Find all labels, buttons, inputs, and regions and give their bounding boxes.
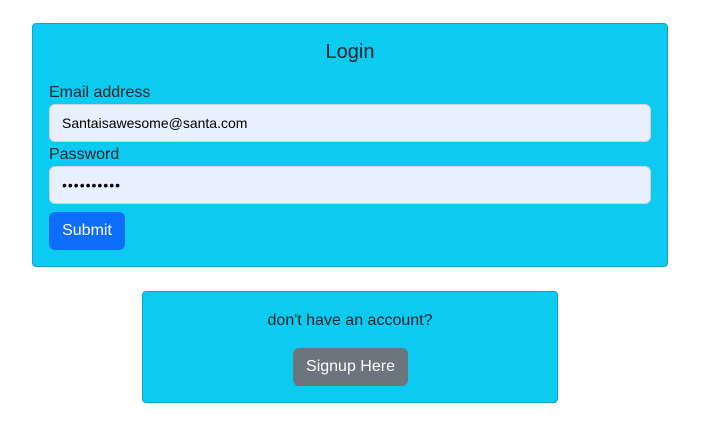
- email-input[interactable]: [49, 104, 651, 142]
- email-label: Email address: [49, 84, 151, 101]
- login-title: Login: [325, 41, 375, 63]
- signup-prompt: don't have an account?: [267, 312, 433, 329]
- password-label: Password: [49, 146, 120, 163]
- signup-button[interactable]: Signup Here: [293, 348, 408, 386]
- submit-button[interactable]: Submit: [49, 212, 125, 250]
- login-form-card: Login Email address Password Submit: [32, 23, 668, 267]
- password-input[interactable]: [49, 166, 651, 204]
- page: Login Email address Password Submit don'…: [0, 0, 717, 421]
- signup-card: don't have an account? Signup Here: [142, 291, 558, 403]
